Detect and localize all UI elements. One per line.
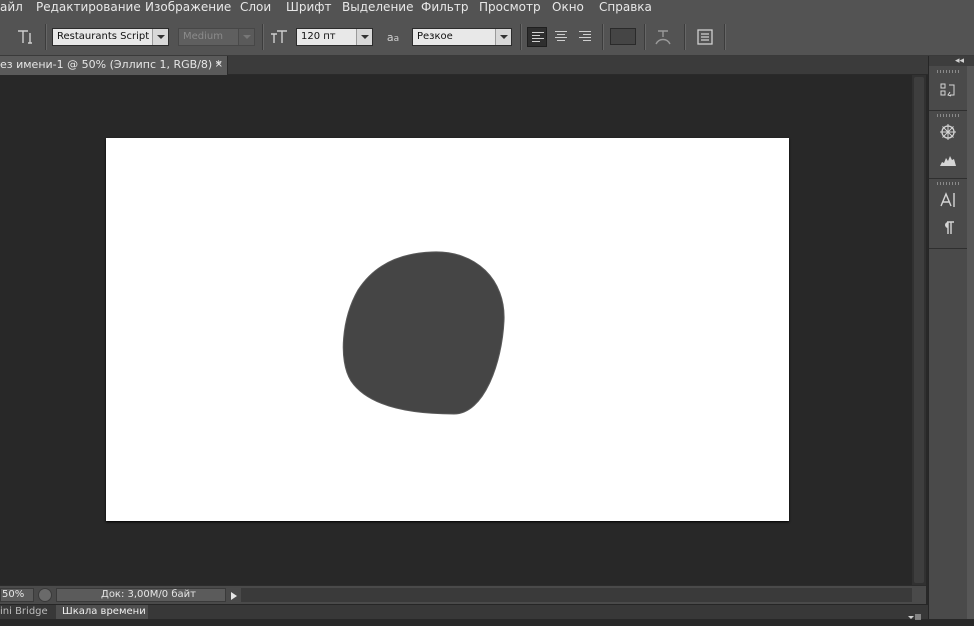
grip-handle[interactable] bbox=[937, 182, 959, 185]
horizontal-scrollbar[interactable] bbox=[241, 588, 912, 602]
close-icon[interactable]: × bbox=[215, 56, 223, 74]
antialias-icon: aa bbox=[386, 31, 400, 44]
type-tool-icon[interactable] bbox=[14, 28, 36, 51]
panel-icon-strip bbox=[929, 66, 967, 619]
menu-help[interactable]: Справка bbox=[599, 0, 652, 14]
right-panel-dock: ◂◂ bbox=[928, 56, 974, 619]
separator bbox=[45, 24, 46, 50]
font-style-value: Medium bbox=[183, 31, 223, 42]
share-icon[interactable] bbox=[38, 588, 52, 602]
align-left-icon bbox=[532, 32, 544, 44]
menu-filter[interactable]: Фильтр bbox=[421, 0, 468, 14]
separator bbox=[929, 248, 967, 249]
chevron-updown-icon[interactable] bbox=[495, 29, 511, 45]
font-style-select[interactable]: Medium bbox=[178, 28, 255, 46]
menu-select[interactable]: Выделение bbox=[342, 0, 413, 14]
font-size-input[interactable]: 120 пт bbox=[296, 28, 373, 46]
menu-type[interactable]: Шрифт bbox=[286, 0, 332, 14]
menu-bar: айл Редактирование Изображение Слои Шриф… bbox=[0, 0, 974, 18]
align-right-button[interactable] bbox=[575, 27, 595, 47]
align-center-icon bbox=[555, 31, 567, 43]
panel-edge bbox=[967, 66, 974, 619]
tab-mini-bridge[interactable]: ini Bridge bbox=[0, 605, 52, 619]
separator bbox=[602, 24, 603, 50]
separator bbox=[520, 24, 521, 50]
zoom-field[interactable]: 50% bbox=[0, 588, 34, 602]
status-bar: 50% Док: 3,00M/0 байт bbox=[0, 585, 926, 604]
doc-info-value: Док: 3,00M/0 байт bbox=[101, 589, 196, 600]
navigator-icon[interactable] bbox=[937, 122, 959, 142]
grip-handle[interactable] bbox=[937, 70, 959, 73]
chevron-down-icon[interactable] bbox=[356, 29, 372, 45]
separator bbox=[929, 110, 967, 111]
document-tab-bar: ез имени-1 @ 50% (Эллипс 1, RGB/8) * × bbox=[0, 56, 928, 75]
grip-handle[interactable] bbox=[937, 114, 959, 117]
font-size-icon bbox=[268, 28, 290, 51]
separator bbox=[262, 24, 263, 50]
doc-info-field: Док: 3,00M/0 байт bbox=[56, 588, 226, 602]
antialias-select[interactable]: Резкое bbox=[412, 28, 512, 46]
options-bar: Restaurants Script Medium 120 пт aa Резк… bbox=[0, 18, 974, 56]
align-right-icon bbox=[579, 31, 591, 43]
chevron-down-icon[interactable] bbox=[238, 29, 254, 45]
document-canvas[interactable] bbox=[106, 138, 789, 521]
document-tab-title: ез имени-1 @ 50% (Эллипс 1, RGB/8) * bbox=[0, 58, 222, 71]
ellipse-shape bbox=[342, 251, 505, 415]
separator bbox=[684, 24, 685, 50]
paragraph-icon[interactable] bbox=[937, 218, 959, 238]
text-color-swatch[interactable] bbox=[610, 28, 636, 45]
warp-text-icon[interactable] bbox=[652, 28, 674, 51]
vertical-scroll-thumb[interactable] bbox=[914, 77, 924, 583]
menu-edit[interactable]: Редактирование bbox=[36, 0, 141, 14]
separator bbox=[724, 24, 725, 50]
zoom-value: 50% bbox=[2, 589, 25, 600]
tab-timeline[interactable]: Шкала времени bbox=[56, 605, 148, 619]
menu-layers[interactable]: Слои bbox=[240, 0, 271, 14]
menu-file[interactable]: айл bbox=[0, 0, 23, 14]
align-left-button[interactable] bbox=[527, 27, 547, 47]
font-family-value: Restaurants Script bbox=[57, 31, 150, 42]
bottom-panel-tabs: ini Bridge Шкала времени bbox=[0, 604, 928, 620]
status-menu-arrow-icon[interactable] bbox=[228, 588, 240, 602]
separator bbox=[644, 24, 645, 50]
canvas-artwork bbox=[342, 251, 505, 415]
collapse-panels-icon[interactable]: ◂◂ bbox=[955, 56, 964, 66]
vertical-scrollbar[interactable] bbox=[912, 75, 926, 585]
menu-image[interactable]: Изображение bbox=[145, 0, 231, 14]
menu-window[interactable]: Окно bbox=[552, 0, 584, 14]
character-panel-icon[interactable] bbox=[694, 28, 716, 51]
panel-menu-icon[interactable] bbox=[906, 607, 922, 620]
document-tab[interactable]: ез имени-1 @ 50% (Эллипс 1, RGB/8) * × bbox=[0, 56, 228, 75]
antialias-value: Резкое bbox=[417, 31, 453, 42]
font-size-value: 120 пт bbox=[301, 31, 336, 42]
align-center-button[interactable] bbox=[551, 27, 571, 47]
chevron-down-icon[interactable] bbox=[152, 29, 168, 45]
histogram-icon[interactable] bbox=[937, 150, 959, 170]
menu-view[interactable]: Просмотр bbox=[479, 0, 541, 14]
character-icon[interactable] bbox=[937, 190, 959, 210]
font-family-select[interactable]: Restaurants Script bbox=[52, 28, 169, 46]
history-icon[interactable] bbox=[937, 80, 959, 100]
separator bbox=[929, 178, 967, 179]
